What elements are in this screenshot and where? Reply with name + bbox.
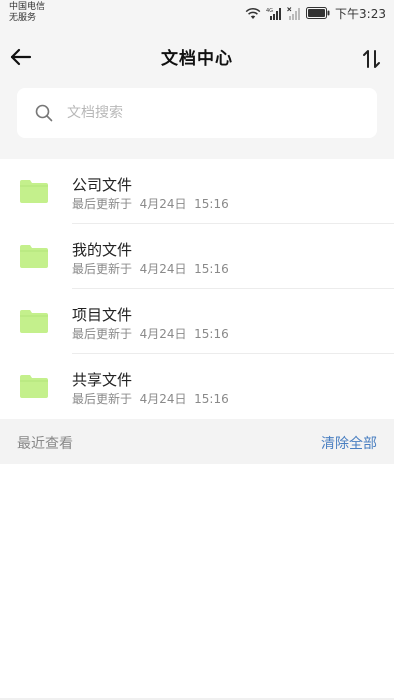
carrier-info: 中国电信 无服务 [9, 2, 45, 24]
recent-label: 最近查看 [17, 436, 73, 452]
network-type-label: 4G [266, 8, 273, 14]
sort-arrows-icon [363, 50, 380, 68]
folder-icon [20, 310, 48, 333]
page-title: 文档中心 [161, 49, 233, 69]
search-icon [35, 104, 53, 122]
folder-name: 我的文件 [72, 241, 133, 259]
wifi-icon [245, 7, 261, 20]
cellular-signal-icon: 4G [266, 7, 282, 20]
folder-name: 项目文件 [72, 306, 133, 324]
folder-icon [20, 180, 48, 203]
folder-updated-time: 最后更新于 4月24日 15:16 [72, 197, 229, 211]
sort-button[interactable] [360, 47, 384, 71]
folder-name: 公司文件 [72, 176, 133, 194]
document-center-screen: 中国电信 无服务 4G 下午3:23 文档中心 文档搜索 公司文件 最后更新于 … [0, 0, 394, 700]
folder-item-mine[interactable]: 我的文件 最后更新于 4月24日 15:16 [0, 224, 394, 289]
folder-updated-time: 最后更新于 4月24日 15:16 [72, 392, 229, 406]
app-header: 文档中心 [0, 26, 394, 88]
carrier-name: 中国电信 [9, 2, 46, 12]
clock: 下午3:23 [335, 6, 386, 21]
status-icons: 4G 下午3:23 [245, 5, 386, 21]
search-input[interactable] [67, 88, 357, 138]
search-section [0, 88, 394, 159]
folder-updated-time: 最后更新于 4月24日 15:16 [72, 327, 229, 341]
recent-section-header: 最近查看 清除全部 [0, 419, 394, 464]
clear-all-button[interactable]: 清除全部 [321, 433, 377, 453]
battery-icon [306, 7, 330, 19]
folder-list: 公司文件 最后更新于 4月24日 15:16 我的文件 最后更新于 4月24日 … [0, 159, 394, 419]
folder-item-shared[interactable]: 共享文件 最后更新于 4月24日 15:16 [0, 354, 394, 419]
folder-item-project[interactable]: 项目文件 最后更新于 4月24日 15:16 [0, 289, 394, 354]
search-bar[interactable] [17, 88, 377, 138]
folder-item-company[interactable]: 公司文件 最后更新于 4月24日 15:16 [0, 159, 394, 224]
folder-name: 共享文件 [72, 371, 133, 389]
folder-icon [20, 245, 48, 268]
status-bar: 中国电信 无服务 4G 下午3:23 [0, 0, 394, 26]
no-signal-icon [287, 6, 301, 20]
folder-updated-time: 最后更新于 4月24日 15:16 [72, 262, 229, 276]
service-status: 无服务 [9, 13, 37, 23]
folder-icon [20, 375, 48, 398]
